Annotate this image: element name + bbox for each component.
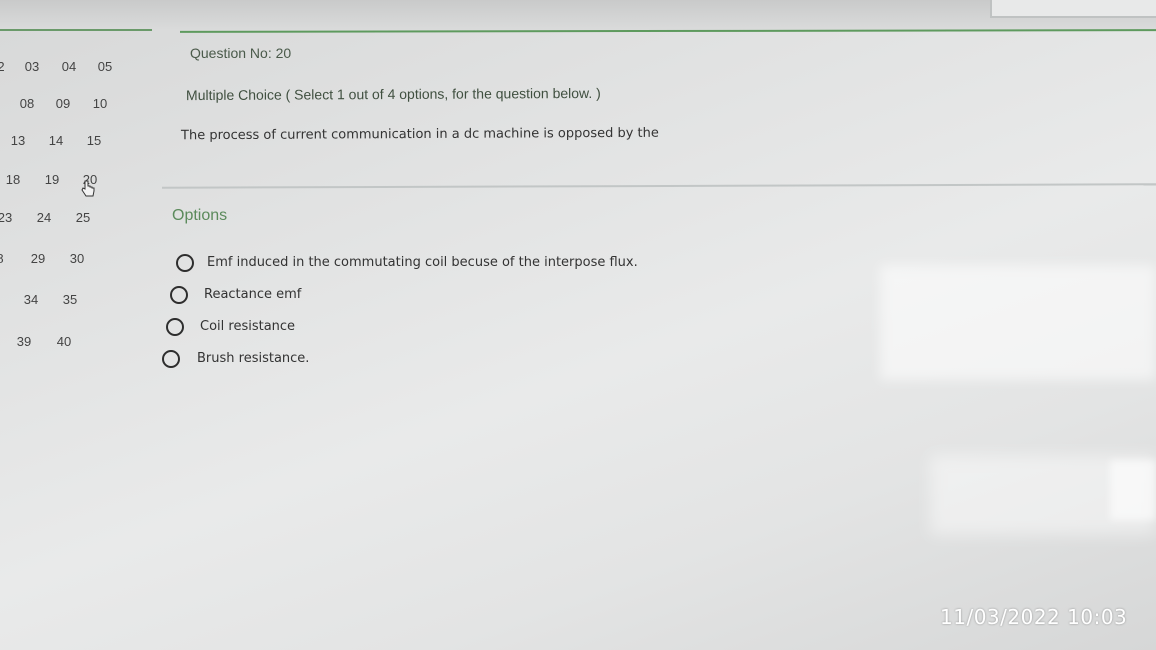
screen-glare <box>880 265 1156 380</box>
radio-button-icon[interactable] <box>166 318 184 336</box>
palette-item[interactable]: 19 <box>39 172 65 187</box>
question-number: Question No: 20 <box>190 45 292 61</box>
palette-item[interactable]: 29 <box>25 251 51 266</box>
palette-item[interactable]: 18 <box>0 172 26 187</box>
palette-item[interactable]: 04 <box>56 59 82 74</box>
screen-glare <box>1110 460 1156 520</box>
palette-item[interactable]: 23 <box>0 210 18 225</box>
radio-button-icon[interactable] <box>176 254 194 272</box>
palette-item[interactable]: 10 <box>87 96 113 111</box>
question-type: Multiple Choice ( Select 1 out of 4 opti… <box>185 84 601 104</box>
palette-item[interactable]: 39 <box>11 334 37 349</box>
palette-divider <box>0 29 152 31</box>
palette-item[interactable]: 24 <box>31 210 57 225</box>
photo-timestamp: 11/03/2022 10:03 <box>940 605 1128 629</box>
radio-button-icon[interactable] <box>162 350 180 368</box>
option-label: Reactance emf <box>204 287 302 302</box>
hand-pointer-icon <box>81 180 95 197</box>
header-divider <box>179 29 1156 33</box>
option-label: Brush resistance. <box>197 351 310 366</box>
window-top-strip <box>0 0 1156 30</box>
palette-item[interactable]: 09 <box>50 96 76 111</box>
top-right-control[interactable] <box>990 0 1156 18</box>
palette-item[interactable]: 35 <box>57 292 83 307</box>
palette-item[interactable]: 30 <box>64 251 90 266</box>
options-divider <box>161 183 1156 189</box>
palette-item[interactable]: 15 <box>81 133 107 148</box>
palette-item[interactable]: 14 <box>43 133 69 148</box>
palette-item[interactable]: 34 <box>18 292 44 307</box>
palette-item[interactable]: 08 <box>14 96 40 111</box>
palette-item[interactable]: 40 <box>51 334 77 349</box>
palette-item[interactable]: 13 <box>5 133 31 148</box>
options-heading: Options <box>172 207 228 224</box>
palette-item[interactable]: 05 <box>92 59 118 74</box>
palette-item[interactable]: 25 <box>70 210 96 225</box>
palette-item[interactable]: 2 <box>0 59 14 74</box>
option-label: Emf induced in the commutating coil becu… <box>207 255 638 270</box>
radio-button-icon[interactable] <box>170 286 188 304</box>
palette-item[interactable]: 8 <box>0 251 13 266</box>
question-palette: 2 03 04 05 08 09 10 13 14 15 18 19 20 23… <box>0 48 138 368</box>
palette-item[interactable]: 03 <box>19 59 45 74</box>
question-text: The process of current communication in … <box>180 125 659 144</box>
option-label: Coil resistance <box>200 319 296 334</box>
